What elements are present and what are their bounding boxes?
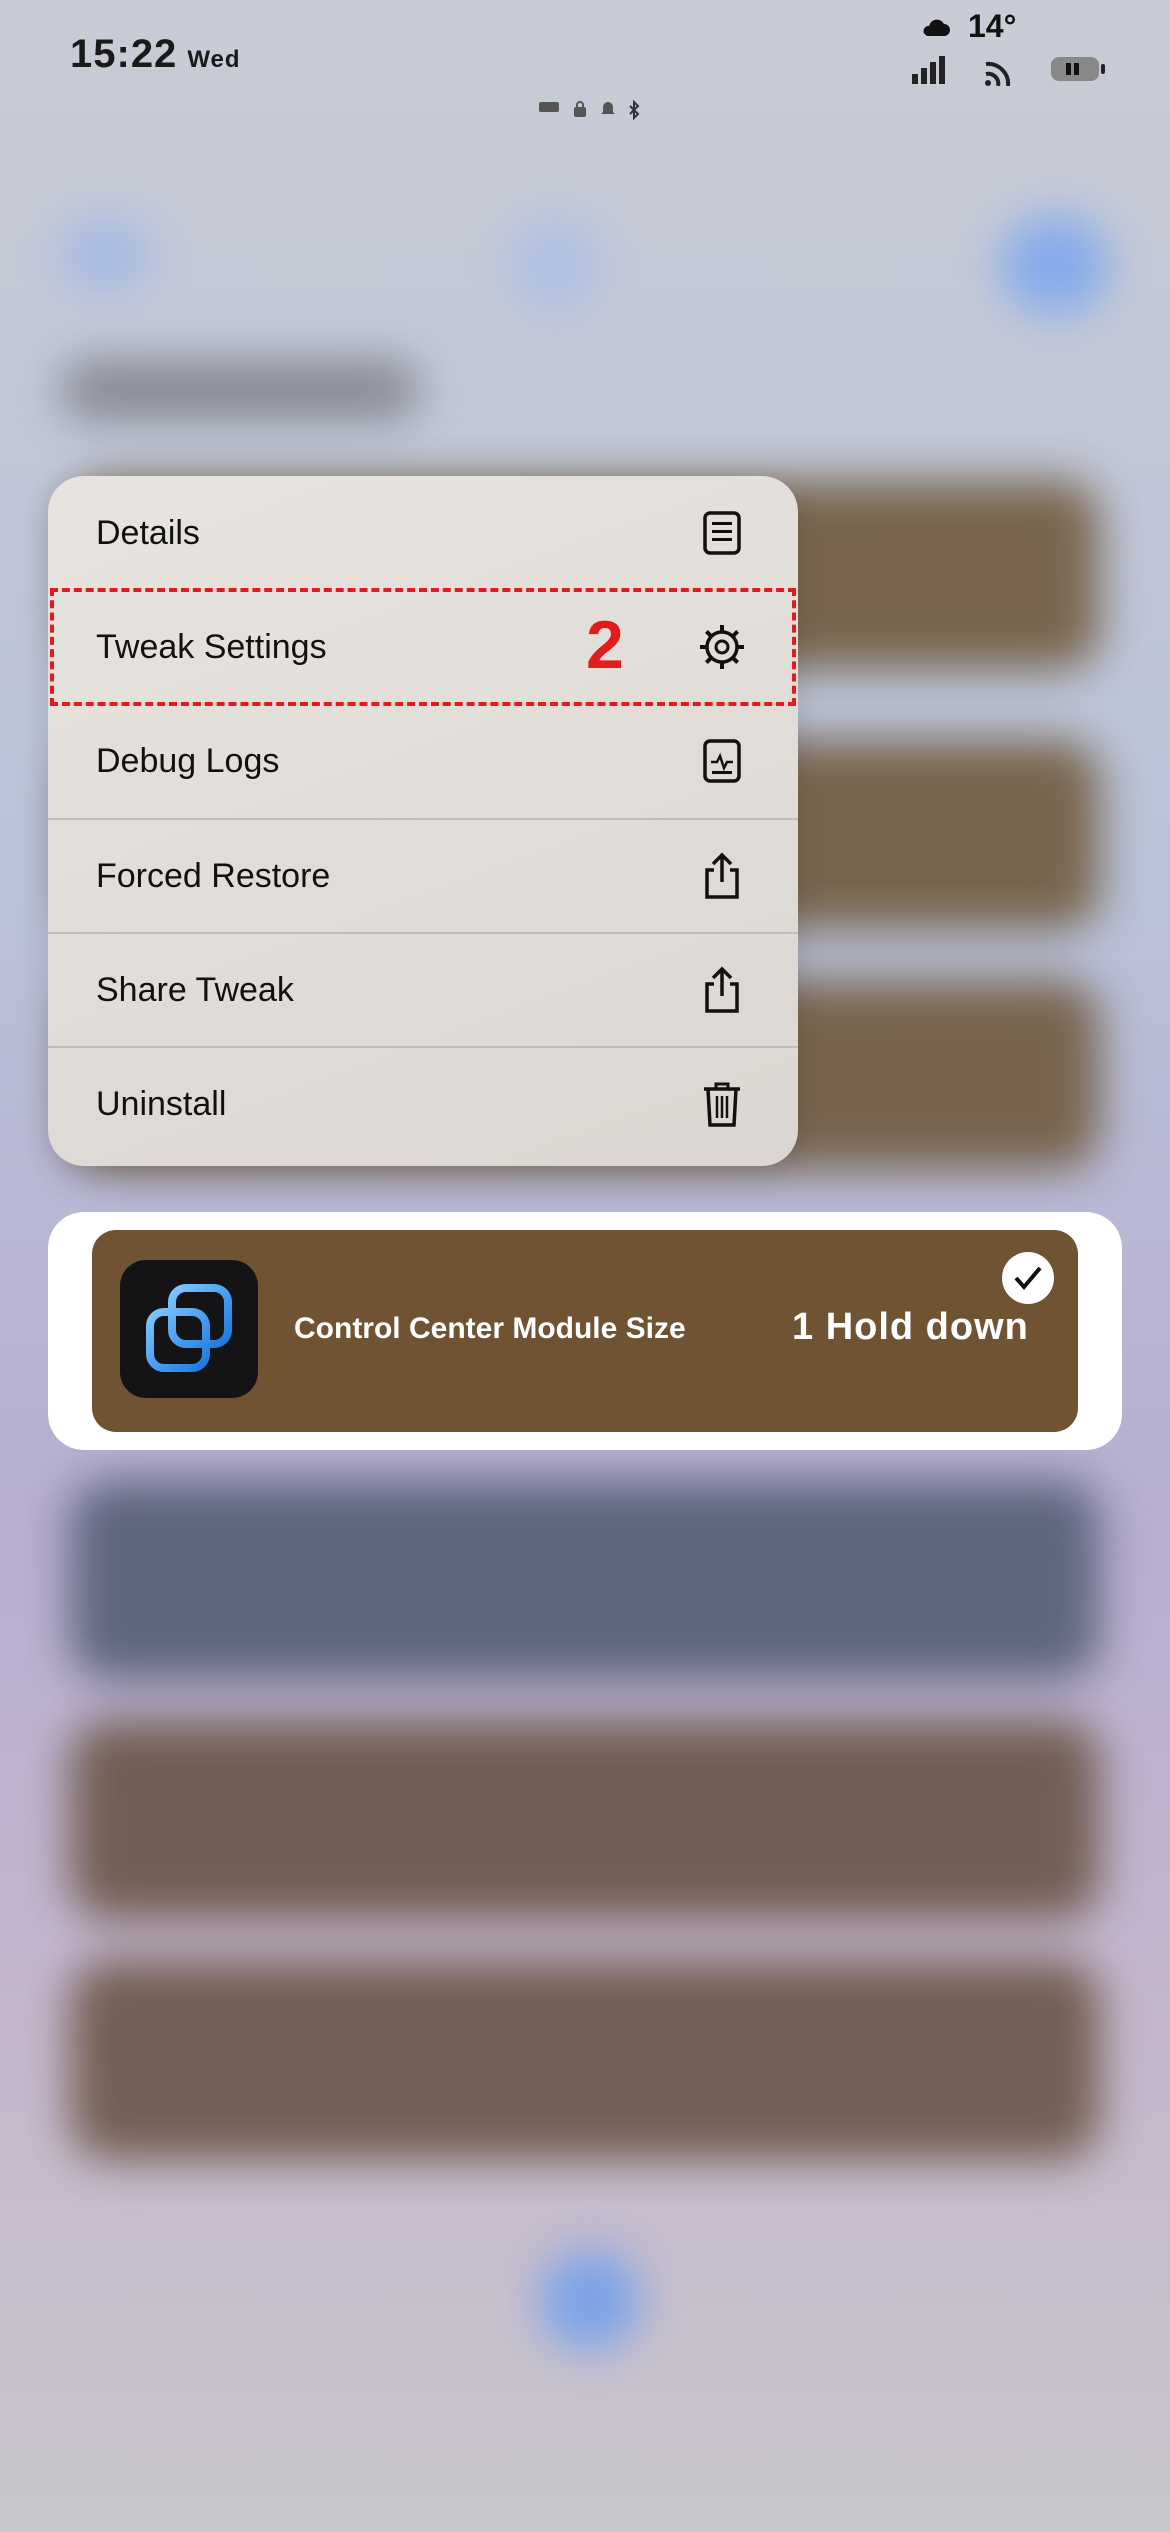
share-icon xyxy=(698,852,746,900)
menu-item-forced-restore[interactable]: Forced Restore xyxy=(48,818,798,932)
cellular-signal-icon xyxy=(912,56,945,84)
toolbar-blur xyxy=(510,220,600,310)
bluetooth-icon xyxy=(629,100,640,120)
document-icon xyxy=(698,509,746,557)
menu-item-label: Forced Restore xyxy=(96,856,331,895)
row-blur xyxy=(70,1960,1100,2160)
checkmark-icon xyxy=(1002,1252,1054,1304)
overlapping-squares-icon xyxy=(120,1260,258,1398)
menu-item-uninstall[interactable]: Uninstall xyxy=(48,1046,798,1160)
tweak-name: Control Center Module Size xyxy=(294,1312,686,1345)
time-text: 15:22 xyxy=(70,32,178,76)
menu-item-label: Debug Logs xyxy=(96,741,280,780)
menu-item-details[interactable]: Details xyxy=(48,476,798,590)
temperature: 14° xyxy=(968,8,1017,44)
menu-item-tweak-settings[interactable]: Tweak Settings xyxy=(48,590,798,704)
toolbar-blur xyxy=(1000,215,1110,315)
step-1-label: 1 Hold down xyxy=(792,1306,1029,1348)
gear-icon xyxy=(698,623,746,671)
day-text: Wed xyxy=(187,46,241,73)
battery-icon xyxy=(1051,57,1105,81)
status-mini-icons xyxy=(538,100,640,120)
weather: 14° xyxy=(920,8,1016,45)
menu-item-share-tweak[interactable]: Share Tweak xyxy=(48,932,798,1046)
bell-icon xyxy=(601,102,615,114)
system-icons xyxy=(910,52,1106,86)
title-blur xyxy=(60,360,420,420)
back-button-blur xyxy=(60,220,150,290)
wifi-icon xyxy=(985,61,1011,86)
share-icon xyxy=(698,966,746,1014)
trash-icon xyxy=(698,1080,746,1128)
row-blur xyxy=(70,1480,1100,1680)
step-2-label: 2 xyxy=(586,607,624,683)
menu-item-label: Details xyxy=(96,513,200,552)
row-blur xyxy=(70,1720,1100,1920)
menu-item-label: Share Tweak xyxy=(96,970,294,1009)
context-menu: Details Tweak Settings Debug Logs Forced… xyxy=(48,476,798,1166)
vpn-icon xyxy=(539,102,559,112)
status-bar: 15:22 Wed 14° xyxy=(0,0,1170,130)
menu-item-label: Uninstall xyxy=(96,1084,227,1123)
menu-item-debug-logs[interactable]: Debug Logs xyxy=(48,704,798,818)
log-icon xyxy=(698,737,746,785)
lock-icon xyxy=(574,101,586,117)
tab-bar-blur xyxy=(540,2250,640,2350)
menu-item-label: Tweak Settings xyxy=(96,627,327,666)
status-time: 15:22 Wed xyxy=(70,32,241,77)
cloud-icon xyxy=(923,19,950,36)
